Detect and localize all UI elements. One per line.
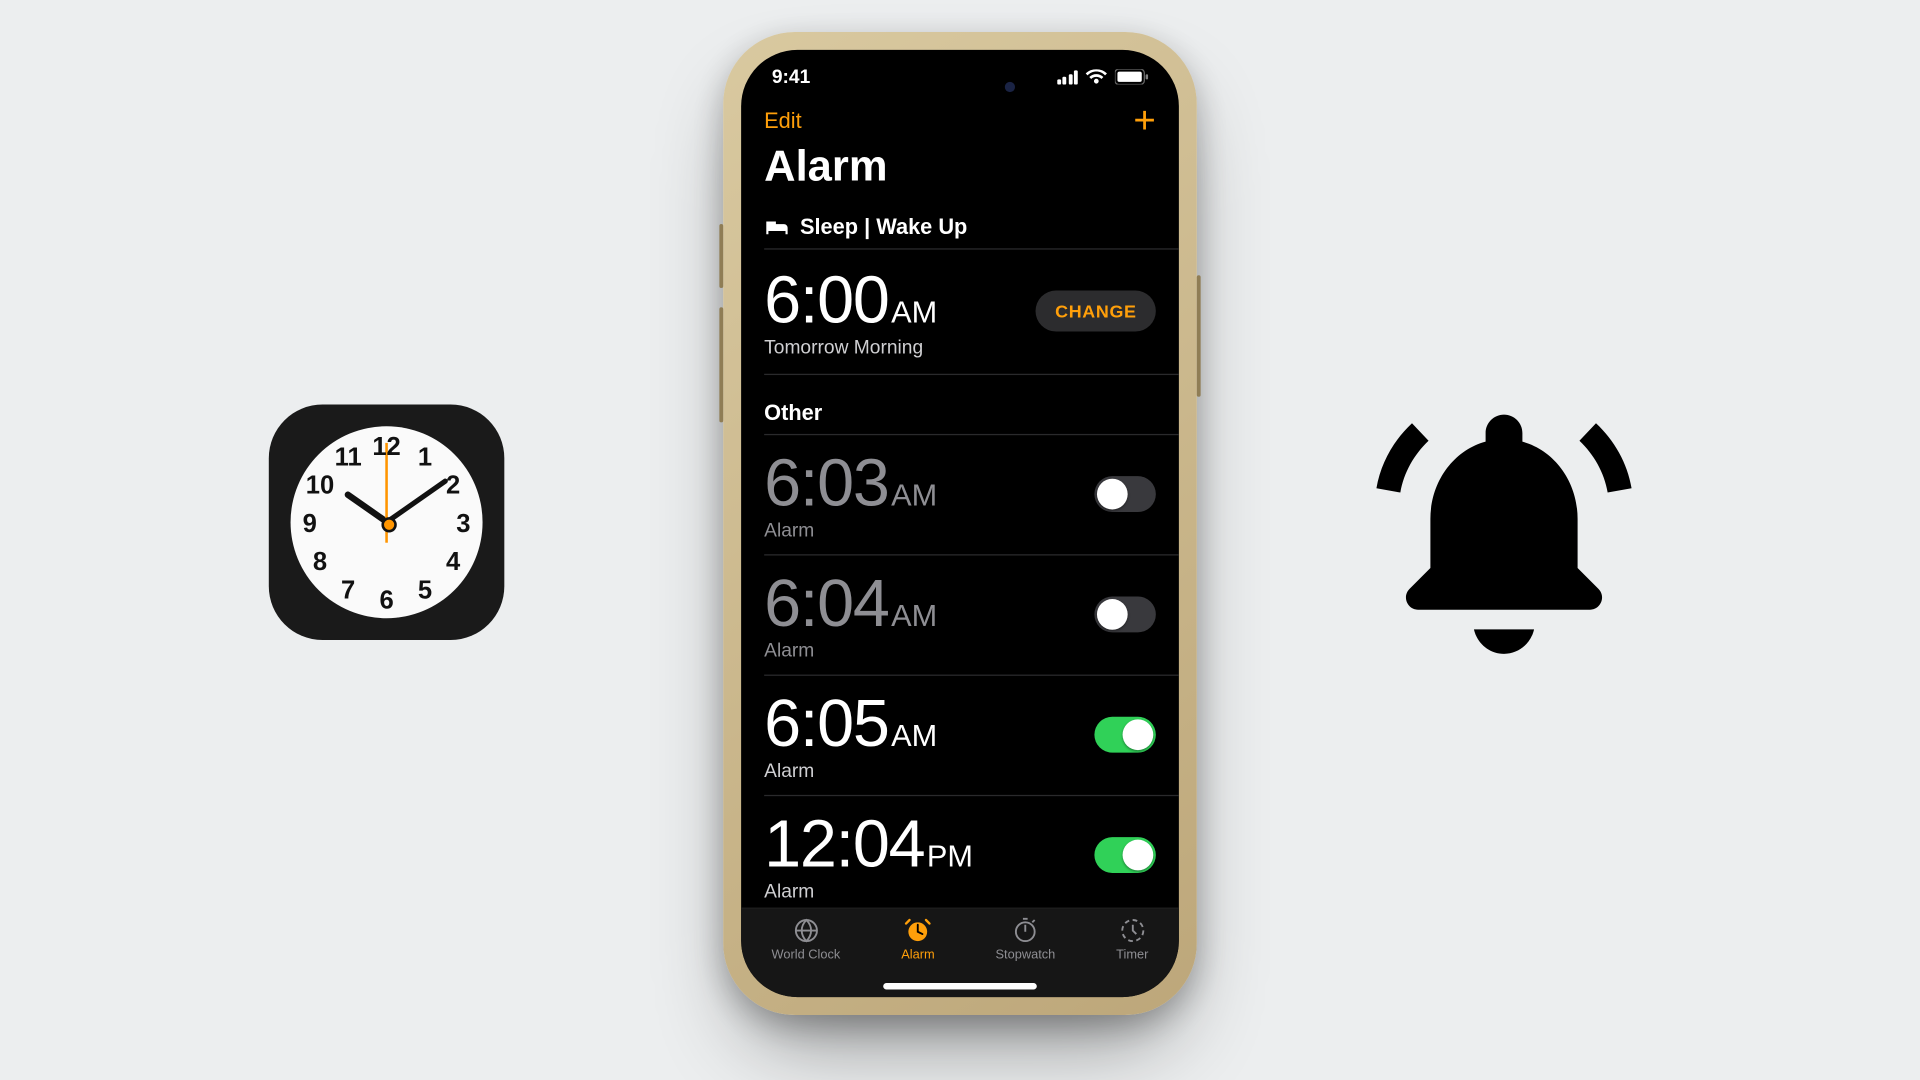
wake-alarm-row[interactable]: 6:00 AM Tomorrow Morning CHANGE <box>741 250 1179 374</box>
page-title: Alarm <box>741 134 1179 204</box>
alarm-label: Alarm <box>764 640 937 662</box>
other-section-label: Other <box>764 401 822 427</box>
alarm-time: 6:04 <box>764 566 888 643</box>
alarm-ampm: AM <box>891 719 937 755</box>
screen: 9:41 Edit + Alarm <box>741 50 1179 997</box>
alarm-time: 12:04 <box>764 806 924 883</box>
alarm-toggle[interactable] <box>1094 716 1155 752</box>
home-indicator[interactable] <box>883 983 1037 989</box>
tab-bar: World Clock Alarm Stopwatch Timer <box>741 908 1179 998</box>
alarm-ampm: AM <box>891 599 937 635</box>
wake-subtitle: Tomorrow Morning <box>764 337 937 359</box>
tab-alarm[interactable]: Alarm <box>901 916 934 962</box>
clock-face: 121234567891011 <box>291 426 483 618</box>
alarm-row[interactable]: 6:03AM Alarm <box>741 435 1179 554</box>
alarm-list[interactable]: 6:03AMAlarm6:04AMAlarm6:05AMAlarm12:04PM… <box>741 435 1179 907</box>
dynamic-island <box>890 68 1031 106</box>
other-section-header: Other <box>741 375 1179 434</box>
bed-icon <box>764 218 790 238</box>
battery-icon <box>1115 69 1148 84</box>
ringing-bell-icon <box>1357 384 1651 678</box>
sleep-section-label: Sleep | Wake Up <box>800 215 967 241</box>
wake-ampm: AM <box>891 296 937 332</box>
edit-button[interactable]: Edit <box>764 109 802 135</box>
sleep-section-header: Sleep | Wake Up <box>741 205 1179 249</box>
alarm-toggle[interactable] <box>1094 476 1155 512</box>
alarm-row[interactable]: 12:04PMAlarm <box>741 796 1179 907</box>
iphone-frame: 9:41 Edit + Alarm <box>723 32 1197 1015</box>
alarm-label: Alarm <box>764 520 937 542</box>
tab-alarm-label: Alarm <box>901 948 934 962</box>
tab-stopwatch-label: Stopwatch <box>996 948 1056 962</box>
status-time: 9:41 <box>772 66 810 88</box>
alarm-toggle[interactable] <box>1094 836 1155 872</box>
change-button[interactable]: CHANGE <box>1036 290 1156 331</box>
clock-app-icon: 121234567891011 <box>269 404 505 640</box>
tab-world-clock-label: World Clock <box>772 948 841 962</box>
alarm-time: 6:03 <box>764 445 888 522</box>
tab-timer[interactable]: Timer <box>1116 916 1148 962</box>
alarm-row[interactable]: 6:04AM Alarm <box>741 556 1179 675</box>
tab-timer-label: Timer <box>1116 948 1148 962</box>
alarm-label: Alarm <box>764 760 937 782</box>
wifi-icon <box>1085 69 1107 84</box>
alarm-time: 6:05 <box>764 686 888 763</box>
alarm-ampm: PM <box>927 840 973 876</box>
tab-world-clock[interactable]: World Clock <box>772 916 841 962</box>
alarm-toggle[interactable] <box>1094 596 1155 632</box>
add-alarm-button[interactable]: + <box>1133 109 1155 135</box>
tab-stopwatch[interactable]: Stopwatch <box>996 916 1056 962</box>
cellular-icon <box>1057 70 1078 84</box>
alarm-row[interactable]: 6:05AM Alarm <box>741 676 1179 795</box>
alarm-ampm: AM <box>891 479 937 515</box>
wake-time: 6:00 <box>764 262 888 339</box>
